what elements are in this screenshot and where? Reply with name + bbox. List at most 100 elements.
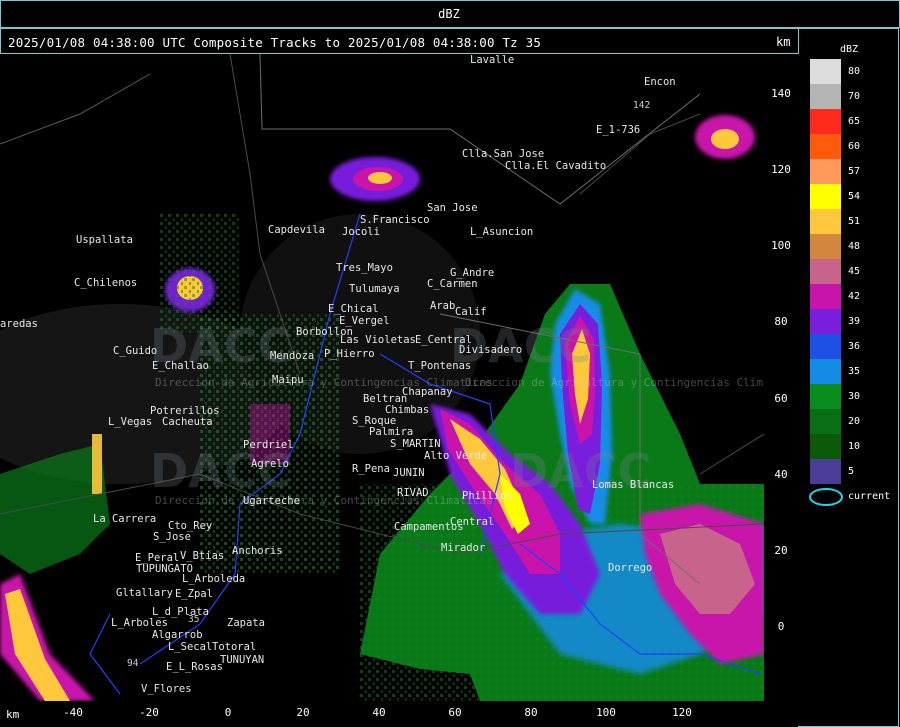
place-label: Perdriel <box>243 439 294 451</box>
place-label: Lavalle <box>470 54 515 66</box>
place-label: Anchoris <box>232 545 283 557</box>
place-label: S_MARTIN <box>390 438 441 450</box>
place-label: Lomas Blancas <box>592 479 675 491</box>
legend-swatch-label: 5 <box>848 466 855 477</box>
watermark-logo: DACC <box>150 444 292 498</box>
place-label: P_Hierro <box>324 348 375 360</box>
place-label: S_Jose <box>153 531 191 543</box>
legend-swatch-label: 80 <box>848 66 861 77</box>
y-tick-label: 20 <box>774 544 788 557</box>
legend-swatch <box>810 384 841 409</box>
place-label: Ugarteche <box>243 495 300 507</box>
legend-swatch <box>810 109 841 134</box>
y-tick-label: 0 <box>777 620 785 633</box>
place-label: Divisadero <box>459 344 523 356</box>
legend-swatch <box>810 284 841 309</box>
x-tick-label: 60 <box>448 706 462 719</box>
legend-swatch <box>810 234 841 259</box>
place-label: L_Asuncion <box>470 226 534 238</box>
place-label: Zapata <box>227 617 265 629</box>
place-label: T_Pontenas <box>408 360 472 372</box>
place-label: Jocoli <box>342 226 380 238</box>
legend-swatch-label: 48 <box>848 241 861 252</box>
legend-swatch <box>810 134 841 159</box>
x-tick-label: 0 <box>224 706 232 719</box>
route-label: 94 <box>127 658 139 669</box>
x-tick-label: 100 <box>596 706 616 719</box>
place-label: RIVAD <box>397 487 429 499</box>
place-label: Las Violetas <box>340 334 416 346</box>
place-label: Totoral <box>212 641 257 653</box>
watermark-caption: Direccion de Agricultura y Contingencias… <box>155 494 493 507</box>
timestamp-header: 2025/01/08 04:38:00 UTC Composite Tracks… <box>8 35 542 50</box>
place-label: Cacheuta <box>162 416 213 428</box>
place-label: Clla.San Jose <box>462 148 545 160</box>
y-tick-label: 60 <box>774 392 788 405</box>
place-label: Capdevila <box>268 224 325 236</box>
place-label: V_Flores <box>141 683 192 695</box>
place-label: Mendoza <box>270 350 315 362</box>
y-tick-label: 100 <box>771 239 791 252</box>
legend-swatch-label: 45 <box>848 266 861 277</box>
place-label: E_1-736 <box>596 124 641 136</box>
place-label: San Jose <box>427 202 478 214</box>
place-label: Tulumaya <box>349 283 400 295</box>
radar-map[interactable]: DACC DACC DACC DACC Direccion de Agricul… <box>0 54 764 701</box>
place-label: Central <box>450 516 495 528</box>
y-tick-label: 40 <box>774 468 788 481</box>
place-label: C_Guido <box>113 345 158 357</box>
watermark-caption: Direccion de Agricultura y Contingencias… <box>465 376 764 389</box>
place-label: E_Chical <box>328 303 379 315</box>
route-label: 142 <box>633 100 651 111</box>
legend-swatch <box>810 409 841 434</box>
place-label: Uspallata <box>76 234 133 246</box>
place-label: TUNUYAN <box>220 654 265 666</box>
y-tick-label: 120 <box>771 163 791 176</box>
y-axis-unit: km <box>776 35 791 49</box>
legend-swatch-label: 54 <box>848 191 861 202</box>
place-label: L_Vegas <box>108 416 153 428</box>
place-label: Palmira <box>369 426 414 438</box>
place-label: E_Zpal <box>175 588 213 600</box>
place-label: Chapanay <box>402 386 453 398</box>
x-tick-label: 20 <box>296 706 310 719</box>
x-axis-unit: km <box>6 708 20 721</box>
place-label: L_Arboleda <box>182 573 246 585</box>
place-label: S.Francisco <box>360 214 430 226</box>
legend-swatch-label: 42 <box>848 291 861 302</box>
legend-swatch-label: 35 <box>848 366 861 377</box>
place-label: Mirador <box>441 542 486 554</box>
current-track-icon <box>809 488 843 506</box>
place-label: Dorrego <box>608 562 653 574</box>
route-label: 35 <box>188 614 200 625</box>
legend-swatch <box>810 184 841 209</box>
legend-swatch <box>810 459 841 484</box>
place-label: Maipu <box>272 374 304 386</box>
product-title: dBZ <box>438 7 460 21</box>
place-label: V_Btias <box>180 550 225 562</box>
place-label: R_Pena <box>352 463 390 475</box>
y-tick-label: 140 <box>771 87 791 100</box>
place-label: Tres_Mayo <box>336 262 393 274</box>
place-label: L_Secal <box>168 641 213 653</box>
legend-swatch <box>810 84 841 109</box>
place-label: Agrelo <box>251 458 289 470</box>
place-label: JUNIN <box>393 467 425 479</box>
legend-swatch-label: 30 <box>848 391 861 402</box>
place-label: Encon <box>644 76 676 88</box>
legend-swatch <box>810 259 841 284</box>
legend-swatch <box>810 309 841 334</box>
legend-swatch-label: 51 <box>848 216 861 227</box>
place-label: Clla.El Cavadito <box>505 160 607 172</box>
legend-swatch <box>810 359 841 384</box>
place-label: E_L_Rosas <box>166 661 223 673</box>
x-tick-label: -40 <box>63 706 83 719</box>
place-label: aredas <box>0 318 38 330</box>
legend-swatch <box>810 159 841 184</box>
place-label: Arab <box>430 300 456 312</box>
place-label: Calif <box>455 306 487 318</box>
legend-swatch <box>810 209 841 234</box>
place-label: La Carrera <box>93 513 157 525</box>
legend-swatch-label: 60 <box>848 141 861 152</box>
legend-swatch-label: 39 <box>848 316 861 327</box>
